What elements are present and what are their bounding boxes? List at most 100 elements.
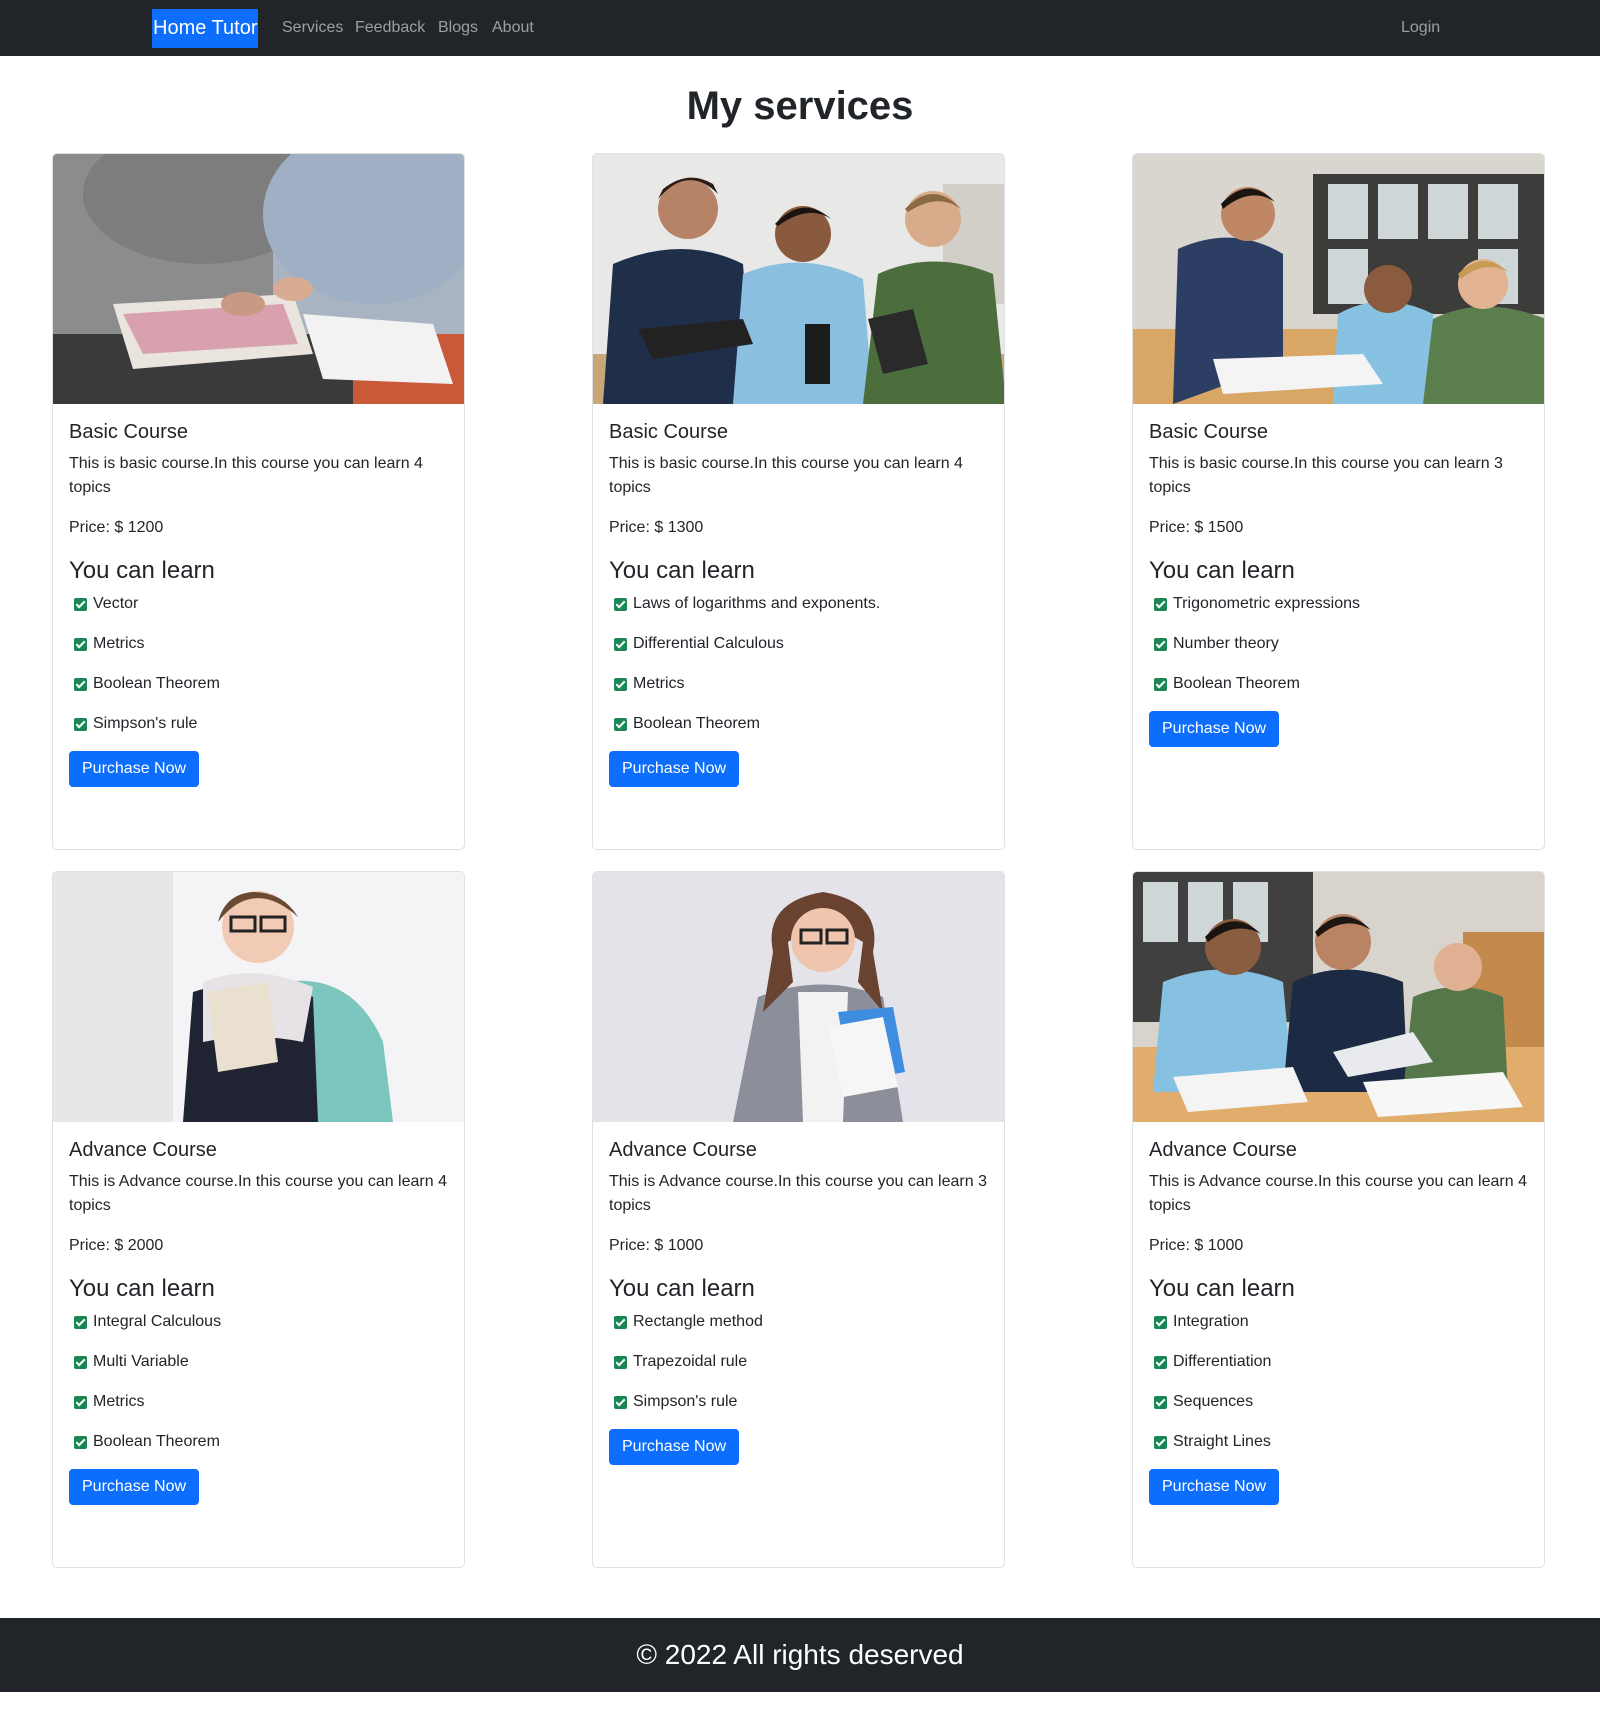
nav-link-about[interactable]: About <box>492 0 534 56</box>
card-price: Price: $ 1000 <box>1149 1237 1244 1254</box>
topic-label: Integration <box>1173 1313 1249 1330</box>
topic-label: Metrics <box>93 635 145 652</box>
topic-item: Boolean Theorem <box>1149 672 1528 696</box>
topic-label: Trigonometric expressions <box>1173 595 1361 612</box>
card-price: Price: $ 2000 <box>69 1237 164 1254</box>
topic-label: Laws of logarithms and exponents. <box>633 595 881 612</box>
nav-link-feedback[interactable]: Feedback <box>355 0 425 56</box>
card-description: This is basic course.In this course you … <box>1149 455 1503 496</box>
checkbox-checked-icon <box>614 1315 627 1329</box>
topic-label: Integral Calculous <box>93 1313 222 1330</box>
purchase-now-button[interactable]: Purchase Now <box>1149 1469 1280 1505</box>
learn-heading: You can learn <box>1149 557 1295 584</box>
topic-item: Differential Calculous <box>609 632 988 656</box>
brand-link[interactable]: Home Tutor <box>152 9 259 48</box>
card-description: This is Advance course.In this course yo… <box>609 1173 987 1214</box>
nav-link-blogs[interactable]: Blogs <box>438 0 478 56</box>
nav-link-services[interactable]: Services <box>282 0 343 56</box>
topic-label: Straight Lines <box>1173 1433 1271 1450</box>
checkbox-checked-icon <box>74 1435 87 1449</box>
card-body: Advance Course This is Advance course.In … <box>609 1138 988 1465</box>
topic-label: Boolean Theorem <box>93 1433 220 1450</box>
topic-label: Multi Variable <box>93 1353 189 1370</box>
card-price: Price: $ 1300 <box>609 519 704 536</box>
purchase-now-button[interactable]: Purchase Now <box>609 751 740 787</box>
card-title: Basic Course <box>69 421 188 443</box>
course-image <box>53 154 464 404</box>
checkbox-checked-icon <box>614 1355 627 1369</box>
card-body: Advance Course This is Advance course.In … <box>1149 1138 1528 1505</box>
topic-item: Number theory <box>1149 632 1528 656</box>
card-body: Basic Course This is basic course.In this… <box>609 420 988 787</box>
topic-item: Sequences <box>1149 1390 1528 1414</box>
card-title: Advance Course <box>69 1139 217 1161</box>
topic-label: Differentiation <box>1173 1353 1272 1370</box>
topic-label: Rectangle method <box>633 1313 763 1330</box>
purchase-now-button[interactable]: Purchase Now <box>609 1429 740 1465</box>
topic-label: Boolean Theorem <box>1173 675 1300 692</box>
checkbox-checked-icon <box>74 1315 87 1329</box>
navbar: Home Tutor Services Feedback Blogs About… <box>0 0 1600 56</box>
checkbox-checked-icon <box>614 717 627 731</box>
topic-item: Boolean Theorem <box>69 672 448 696</box>
topic-item: Metrics <box>69 1390 448 1414</box>
card-title: Basic Course <box>1149 421 1268 443</box>
topic-label: Trapezoidal rule <box>633 1353 748 1370</box>
topic-item: Trapezoidal rule <box>609 1350 988 1374</box>
card-description: This is Advance course.In this course yo… <box>1149 1173 1527 1214</box>
card-title: Advance Course <box>1149 1139 1297 1161</box>
learn-heading: You can learn <box>69 557 215 584</box>
checkbox-checked-icon <box>74 1395 87 1409</box>
course-image <box>593 154 1004 404</box>
topic-label: Number theory <box>1173 635 1279 652</box>
topic-item: Metrics <box>609 672 988 696</box>
topic-item: Vector <box>69 592 448 616</box>
learn-heading: You can learn <box>1149 1275 1295 1302</box>
checkbox-checked-icon <box>1154 637 1167 651</box>
checkbox-checked-icon <box>74 637 87 651</box>
card-description: This is basic course.In this course you … <box>69 455 423 496</box>
checkbox-checked-icon <box>74 597 87 611</box>
topic-item: Simpson's rule <box>69 712 448 736</box>
purchase-now-button[interactable]: Purchase Now <box>1149 711 1280 747</box>
card-title: Basic Course <box>609 421 728 443</box>
nav-link-login[interactable]: Login <box>1401 0 1440 56</box>
checkbox-checked-icon <box>1154 677 1167 691</box>
learn-heading: You can learn <box>609 557 755 584</box>
footer: © 2022 All rights deserved <box>0 1618 1600 1692</box>
topic-item: Metrics <box>69 632 448 656</box>
card-body: Basic Course This is basic course.In this… <box>1149 420 1528 747</box>
course-card: Advance Course This is Advance course.In … <box>52 871 465 1568</box>
topic-label: Boolean Theorem <box>633 715 760 732</box>
topic-item: Trigonometric expressions <box>1149 592 1528 616</box>
card-description: This is Advance course.In this course yo… <box>69 1173 447 1214</box>
checkbox-checked-icon <box>1154 1355 1167 1369</box>
card-title: Advance Course <box>609 1139 757 1161</box>
topic-label: Simpson's rule <box>93 715 198 732</box>
course-card: Advance Course This is Advance course.In … <box>592 871 1005 1568</box>
course-card: Basic Course This is basic course.In this… <box>592 153 1005 850</box>
topic-label: Metrics <box>633 675 685 692</box>
learn-heading: You can learn <box>69 1275 215 1302</box>
card-body: Advance Course This is Advance course.In … <box>69 1138 448 1505</box>
purchase-now-button[interactable]: Purchase Now <box>69 751 200 787</box>
checkbox-checked-icon <box>74 1355 87 1369</box>
topic-item: Simpson's rule <box>609 1390 988 1414</box>
footer-text: © 2022 All rights deserved <box>636 1639 964 1670</box>
topic-item: Integration <box>1149 1310 1528 1334</box>
card-price: Price: $ 1000 <box>609 1237 704 1254</box>
checkbox-checked-icon <box>1154 1435 1167 1449</box>
course-card: Advance Course This is Advance course.In … <box>1132 871 1545 1568</box>
learn-heading: You can learn <box>609 1275 755 1302</box>
topic-label: Vector <box>93 595 139 612</box>
topic-item: Boolean Theorem <box>69 1430 448 1454</box>
checkbox-checked-icon <box>1154 1395 1167 1409</box>
topic-label: Simpson's rule <box>633 1393 738 1410</box>
topic-label: Differential Calculous <box>633 635 784 652</box>
course-image <box>53 872 464 1122</box>
purchase-now-button[interactable]: Purchase Now <box>69 1469 200 1505</box>
card-price: Price: $ 1500 <box>1149 519 1244 536</box>
topic-item: Straight Lines <box>1149 1430 1528 1454</box>
course-image <box>593 872 1004 1122</box>
checkbox-checked-icon <box>614 597 627 611</box>
